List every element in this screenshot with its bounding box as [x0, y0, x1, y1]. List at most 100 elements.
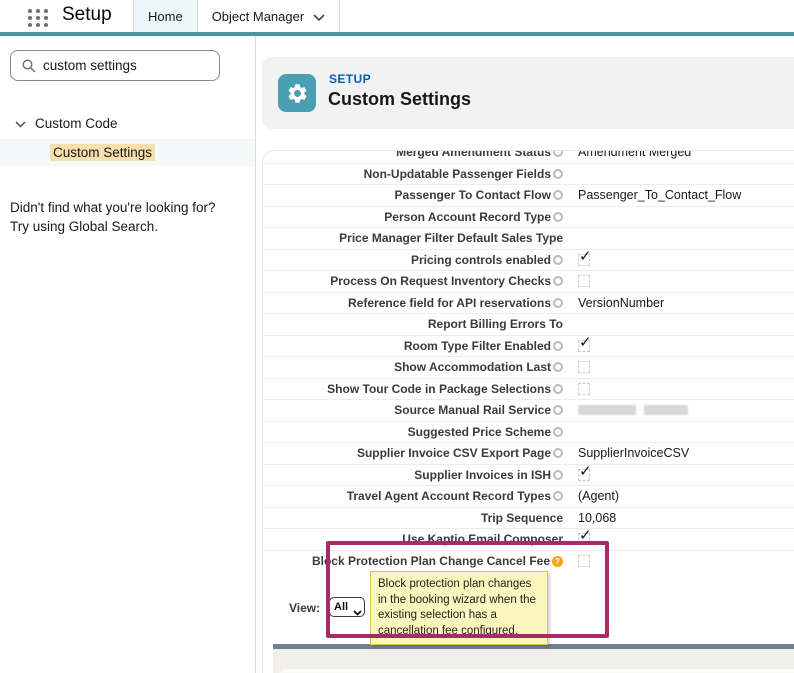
- help-icon[interactable]: [553, 384, 563, 394]
- field-value-cell: Amendment Merged: [563, 150, 691, 159]
- field-value-cell: [563, 383, 590, 395]
- sidebar-item-custom-settings[interactable]: Custom Settings: [0, 139, 255, 166]
- tab-object-manager-label: Object Manager: [212, 9, 305, 24]
- field-label: Person Account Record Type: [384, 210, 551, 224]
- quick-find-input[interactable]: [43, 52, 215, 79]
- help-icon[interactable]: [553, 190, 563, 200]
- help-icon[interactable]: [553, 341, 563, 351]
- setup-gear-icon: [278, 74, 316, 112]
- help-icon-active[interactable]: [552, 556, 563, 567]
- field-label-cell: Travel Agent Account Record Types: [263, 489, 563, 503]
- field-label: Report Billing Errors To: [428, 317, 563, 331]
- field-value: SupplierInvoiceCSV: [578, 446, 689, 460]
- view-select[interactable]: All: [329, 597, 365, 617]
- help-icon[interactable]: [553, 169, 563, 179]
- field-label: Block Protection Plan Change Cancel Fee: [312, 554, 550, 568]
- help-tooltip: Block protection plan changes in the boo…: [370, 571, 548, 645]
- help-icon[interactable]: [553, 255, 563, 265]
- tab-home-label: Home: [148, 9, 183, 24]
- hint-line-1: Didn't find what you're looking for?: [10, 200, 216, 215]
- help-icon[interactable]: [553, 298, 563, 308]
- chevron-down-icon: [313, 9, 325, 24]
- tab-object-manager[interactable]: Object Manager: [198, 0, 340, 32]
- global-header: Setup Home Object Manager: [0, 0, 794, 36]
- field-label-cell: Price Manager Filter Default Sales Type: [263, 231, 563, 245]
- checkbox-checked: ✓: [578, 469, 590, 481]
- checkmark-icon: ✓: [579, 247, 592, 265]
- form-row: Block Protection Plan Change Cancel Fee: [263, 551, 794, 573]
- form-row: Use Kaptio Email Composer ✓: [263, 529, 794, 551]
- field-value: Amendment Merged: [578, 150, 691, 159]
- field-value-cell: [563, 275, 590, 287]
- help-icon[interactable]: [553, 150, 563, 157]
- field-label-cell: Pricing controls enabled: [263, 253, 563, 267]
- chevron-down-icon[interactable]: [15, 116, 26, 131]
- field-value-cell: 10,068: [563, 511, 616, 525]
- form-row: Source Manual Rail Service: [263, 400, 794, 422]
- global-search-hint: Didn't find what you're looking for? Try…: [10, 198, 246, 236]
- help-icon[interactable]: [553, 491, 563, 501]
- setup-sidebar: Custom Code Custom Settings Didn't find …: [0, 36, 256, 673]
- field-label-cell: Merged Amendment Status: [263, 150, 563, 159]
- tab-home[interactable]: Home: [133, 0, 198, 32]
- field-label-cell: Show Accommodation Last: [263, 360, 563, 374]
- checkbox-unchecked: [578, 275, 590, 287]
- form-row: Supplier Invoice CSV Export Page Supplier…: [263, 443, 794, 465]
- help-icon[interactable]: [553, 212, 563, 222]
- sidebar-item-label: Custom Code: [35, 116, 118, 131]
- main-content: SETUP Custom Settings Merged Amendment S…: [257, 36, 794, 673]
- checkbox-unchecked: [578, 383, 590, 395]
- help-icon[interactable]: [553, 470, 563, 480]
- help-icon[interactable]: [553, 427, 563, 437]
- field-label: Trip Sequence: [481, 511, 563, 525]
- checkmark-icon: ✓: [579, 526, 592, 544]
- field-label-cell: Use Kaptio Email Composer: [263, 532, 563, 546]
- field-label: Supplier Invoices in ISH: [414, 468, 551, 482]
- form-row: Pricing controls enabled ✓: [263, 250, 794, 272]
- app-title: Setup: [62, 4, 112, 26]
- field-value-cell: ✓: [563, 533, 590, 545]
- field-label-cell: Non-Updatable Passenger Fields: [263, 167, 563, 181]
- checkbox-checked: ✓: [578, 533, 590, 545]
- form-row: Suggested Price Scheme: [263, 422, 794, 444]
- field-value: (Agent): [578, 489, 619, 503]
- field-value: 10,068: [578, 511, 616, 525]
- app-launcher-icon[interactable]: [27, 8, 49, 28]
- field-label-cell: Report Billing Errors To: [263, 317, 563, 331]
- field-label: Reference field for API reservations: [348, 296, 551, 310]
- field-value-cell: [563, 555, 590, 567]
- form-row: Room Type Filter Enabled✓: [263, 336, 794, 358]
- field-value-cell: Passenger_To_Contact_Flow: [563, 188, 741, 202]
- field-value-cell: ✓: [563, 254, 590, 266]
- form-row: Show Tour Code in Package Selections: [263, 379, 794, 401]
- help-icon[interactable]: [553, 276, 563, 286]
- help-icon[interactable]: [553, 362, 563, 372]
- form-row: Passenger To Contact FlowPassenger_To_Co…: [263, 185, 794, 207]
- related-list-panel: [273, 649, 794, 673]
- field-value-cell: [563, 361, 590, 373]
- field-label: Show Accommodation Last: [394, 360, 551, 374]
- redacted-value: [578, 405, 636, 415]
- tab-divider: [339, 0, 340, 32]
- field-label: Process On Request Inventory Checks: [330, 274, 551, 288]
- quick-find-box: [10, 50, 220, 81]
- field-label: Merged Amendment Status: [396, 150, 551, 159]
- field-label: Source Manual Rail Service: [394, 403, 551, 417]
- related-list-inner-card: [279, 669, 794, 673]
- help-icon[interactable]: [553, 405, 563, 415]
- help-icon[interactable]: [553, 448, 563, 458]
- field-value: VersionNumber: [578, 296, 664, 310]
- sidebar-item-custom-code[interactable]: Custom Code: [0, 110, 255, 137]
- checkbox-checked: ✓: [578, 340, 590, 352]
- checkmark-icon: ✓: [579, 333, 592, 351]
- field-label: Supplier Invoice CSV Export Page: [357, 446, 551, 460]
- field-label-cell: Trip Sequence: [263, 511, 563, 525]
- field-label-cell: Supplier Invoices in ISH: [263, 468, 563, 482]
- form-row: Price Manager Filter Default Sales Type: [263, 228, 794, 250]
- page-header-card: SETUP Custom Settings: [262, 57, 794, 129]
- field-label: Suggested Price Scheme: [408, 425, 551, 439]
- form-row: Merged Amendment Status Amendment Merged: [263, 150, 794, 164]
- field-label: Pricing controls enabled: [411, 253, 551, 267]
- sidebar-item-label-highlighted: Custom Settings: [50, 144, 155, 161]
- form-row: Travel Agent Account Record Types (Agent): [263, 486, 794, 508]
